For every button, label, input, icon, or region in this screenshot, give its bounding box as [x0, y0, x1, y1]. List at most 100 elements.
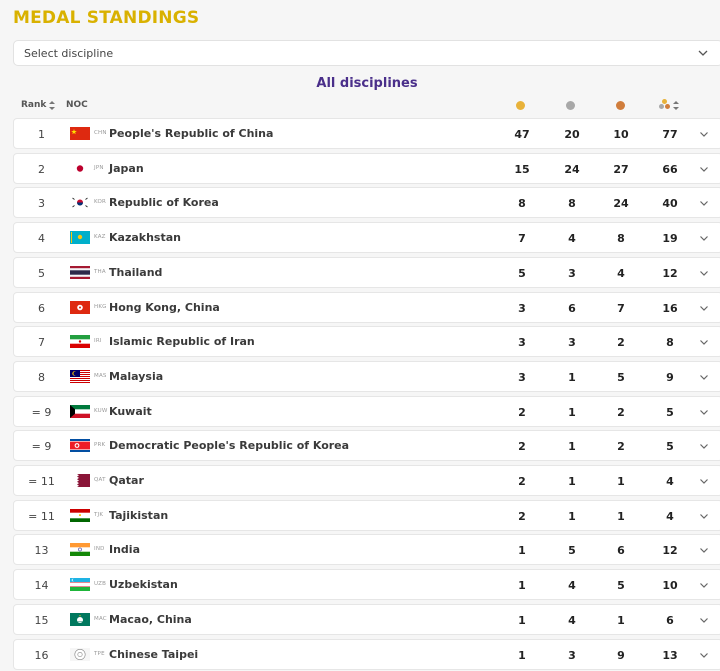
table-row[interactable]: 4 KAZ Kazakhstan 7 4 8 19 — [13, 222, 720, 254]
country-flag-icon — [70, 127, 90, 140]
rank-cell: 15 — [34, 613, 49, 627]
table-row[interactable]: = 9 PRK Democratic People's Republic of Ko… — [13, 430, 720, 462]
country-name[interactable]: Republic of Korea — [109, 196, 219, 209]
chevron-down-icon[interactable] — [698, 163, 710, 175]
gold-count: 2 — [518, 405, 526, 419]
noc-code: KAZ — [94, 234, 106, 241]
country-name[interactable]: Kuwait — [109, 405, 152, 418]
noc-code: PRK — [94, 442, 106, 449]
table-row[interactable]: 2 JPN Japan 15 24 27 66 — [13, 152, 720, 184]
rank-cell: = 11 — [28, 475, 55, 488]
table-row[interactable]: 14 UZB Uzbekistan 1 4 5 10 — [13, 569, 720, 601]
table-row[interactable]: 8 MAS Malaysia 3 1 5 9 — [13, 360, 720, 392]
silver-count: 4 — [568, 613, 576, 627]
chevron-down-icon[interactable] — [698, 197, 710, 209]
country-name[interactable]: Malaysia — [109, 370, 163, 383]
discipline-subtitle: All disciplines — [316, 76, 418, 91]
chevron-down-icon[interactable] — [698, 440, 710, 452]
chevron-down-icon[interactable] — [698, 579, 710, 591]
chevron-down-icon[interactable] — [698, 371, 710, 383]
chevron-down-icon[interactable] — [698, 128, 710, 140]
rank-cell: 4 — [38, 232, 45, 246]
chevron-down-icon[interactable] — [698, 544, 710, 556]
bronze-count: 6 — [617, 544, 625, 558]
bronze-count: 8 — [617, 232, 625, 246]
chevron-down-icon[interactable] — [698, 232, 710, 244]
silver-count: 3 — [568, 266, 576, 280]
silver-count: 20 — [564, 128, 580, 141]
bronze-count: 4 — [617, 266, 625, 280]
table-row[interactable]: = 11 QAT Qatar 2 1 1 4 — [13, 465, 720, 496]
bronze-medal-icon[interactable] — [616, 101, 625, 110]
country-name[interactable]: Chinese Taipei — [109, 648, 198, 661]
country-flag-icon — [70, 578, 90, 592]
gold-count: 2 — [518, 440, 526, 454]
discipline-select-placeholder: Select discipline — [24, 46, 114, 60]
chevron-down-icon[interactable] — [698, 614, 710, 626]
chevron-down-icon[interactable] — [698, 267, 710, 279]
chevron-down-icon[interactable] — [698, 510, 710, 522]
country-name[interactable]: India — [109, 543, 140, 556]
table-row[interactable]: 13 IND India 1 5 6 12 — [13, 534, 720, 566]
table-row[interactable]: 1 CHN People's Republic of China 47 20 10 77 — [13, 118, 720, 149]
medal-standings-page: MEDAL STANDINGS Select discipline All di… — [0, 0, 720, 671]
country-flag-icon — [70, 439, 90, 453]
country-flag-icon — [70, 265, 90, 279]
rank-cell: = 11 — [28, 509, 55, 523]
country-flag-icon — [70, 335, 90, 349]
chevron-down-icon[interactable] — [698, 302, 710, 314]
country-name[interactable]: People's Republic of China — [109, 127, 273, 140]
bronze-count: 1 — [617, 475, 625, 488]
silver-medal-icon[interactable] — [566, 101, 575, 110]
country-flag-icon — [70, 196, 90, 210]
table-row[interactable]: = 9 KUW Kuwait 2 1 2 5 — [13, 395, 720, 427]
rank-cell: 7 — [38, 336, 45, 350]
silver-count: 8 — [568, 197, 576, 211]
chevron-down-icon[interactable] — [698, 475, 710, 487]
country-name[interactable]: Kazakhstan — [109, 231, 181, 244]
chevron-down-icon[interactable] — [698, 649, 710, 661]
country-name[interactable]: Islamic Republic of Iran — [109, 335, 255, 348]
chevron-down-icon[interactable] — [698, 336, 710, 348]
gold-count: 15 — [514, 162, 530, 176]
country-name[interactable]: Qatar — [109, 474, 144, 487]
table-row[interactable]: 16 TPE Chinese Taipei 1 3 9 13 — [13, 638, 720, 670]
total-count: 9 — [666, 370, 674, 384]
chevron-down-icon[interactable] — [698, 406, 710, 418]
table-row[interactable]: = 11 TJK Tajikistan 2 1 1 4 — [13, 499, 720, 531]
country-flag-icon — [70, 300, 90, 314]
country-name[interactable]: Tajikistan — [109, 509, 168, 522]
country-name[interactable]: Macao, China — [109, 613, 192, 626]
rank-column-header[interactable]: Rank — [21, 100, 56, 110]
noc-code: HKG — [94, 303, 107, 310]
total-count: 4 — [666, 475, 674, 488]
table-row[interactable]: 7 IRI Islamic Republic of Iran 3 3 2 8 — [13, 326, 720, 358]
silver-count: 5 — [568, 544, 576, 558]
noc-code: THA — [94, 268, 106, 275]
noc-code: KUW — [94, 407, 108, 414]
country-flag-icon — [70, 543, 90, 557]
gold-count: 2 — [518, 509, 526, 523]
discipline-select[interactable]: Select discipline — [13, 40, 720, 66]
country-name[interactable]: Uzbekistan — [109, 578, 178, 591]
table-row[interactable]: 3 KOR Republic of Korea 8 8 24 40 — [13, 187, 720, 219]
table-row[interactable]: 15 MAC Macao, China 1 4 1 6 — [13, 603, 720, 635]
rank-header-label: Rank — [21, 100, 47, 110]
gold-count: 8 — [518, 197, 526, 211]
bronze-count: 10 — [613, 128, 629, 141]
silver-count: 4 — [568, 232, 576, 246]
country-name[interactable]: Thailand — [109, 266, 162, 279]
country-name[interactable]: Hong Kong, China — [109, 301, 220, 314]
total-count: 77 — [662, 128, 678, 141]
country-flag-icon — [70, 369, 90, 383]
silver-count: 6 — [568, 301, 576, 315]
rank-cell: 1 — [38, 128, 45, 141]
total-medals-icon[interactable] — [659, 99, 671, 110]
total-count: 6 — [666, 613, 674, 627]
table-row[interactable]: 6 HKG Hong Kong, China 3 6 7 16 — [13, 291, 720, 323]
country-name[interactable]: Democratic People's Republic of Korea — [109, 439, 349, 452]
gold-medal-icon[interactable] — [516, 101, 525, 110]
table-row[interactable]: 5 THA Thailand 5 3 4 12 — [13, 256, 720, 288]
country-name[interactable]: Japan — [109, 162, 144, 175]
sort-icon[interactable] — [673, 101, 679, 110]
